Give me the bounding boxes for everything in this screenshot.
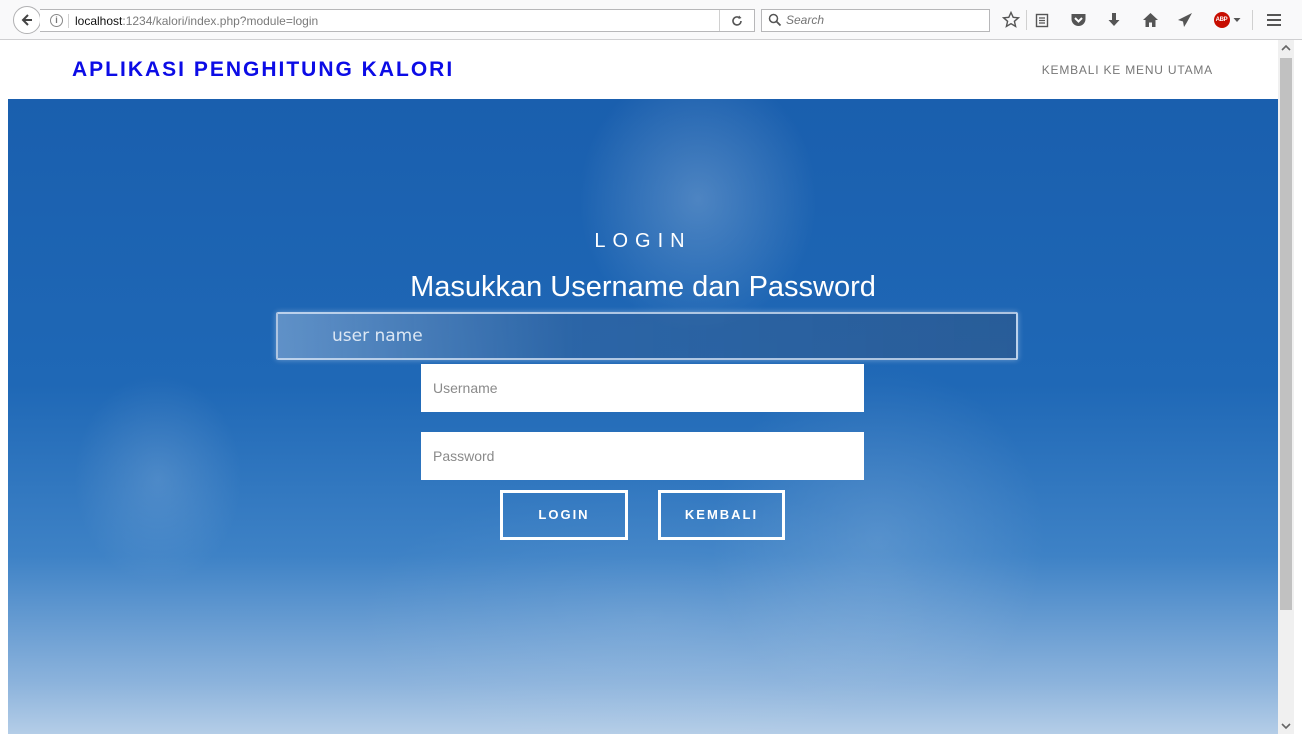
search-icon <box>768 13 782 27</box>
background-image-label: user name <box>332 326 423 346</box>
url-host: localhost <box>75 14 123 28</box>
menu-button[interactable] <box>1264 10 1284 30</box>
adblock-button[interactable]: ABP <box>1211 10 1243 30</box>
bookmark-star-button[interactable] <box>1001 10 1021 30</box>
search-bar[interactable] <box>761 9 990 32</box>
page-viewport: APLIKASI PENGHITUNG KALORI KEMBALI KE ME… <box>8 40 1278 734</box>
login-heading: LOGIN <box>594 230 692 252</box>
home-icon <box>1142 13 1158 27</box>
arrow-left-icon <box>21 14 32 26</box>
toolbar-separator <box>1252 10 1253 30</box>
chevron-down-icon <box>1233 18 1240 22</box>
url-text[interactable]: localhost:1234/kalori/index.php?module=l… <box>75 14 318 28</box>
pocket-icon <box>1071 14 1085 26</box>
window-frame-left <box>0 40 8 734</box>
username-input[interactable] <box>421 364 864 412</box>
home-button[interactable] <box>1140 10 1160 30</box>
url-divider <box>68 14 69 28</box>
toolbar-separator <box>1026 10 1027 30</box>
background-image-field: user name <box>276 312 1018 360</box>
page-scrollbar[interactable] <box>1278 40 1294 734</box>
site-navbar: APLIKASI PENGHITUNG KALORI KEMBALI KE ME… <box>8 40 1278 99</box>
send-icon <box>1178 13 1192 27</box>
info-icon[interactable]: i <box>50 14 63 27</box>
login-button[interactable]: LOGIN <box>500 490 628 540</box>
window-frame-right <box>1294 40 1302 734</box>
scroll-up-icon[interactable] <box>1278 40 1294 56</box>
scroll-down-icon[interactable] <box>1278 718 1294 734</box>
url-path: :1234/kalori/index.php?module=login <box>122 14 319 28</box>
reload-button[interactable] <box>719 10 754 31</box>
reload-icon <box>732 15 742 26</box>
reading-list-button[interactable] <box>1032 10 1052 30</box>
password-input[interactable] <box>421 432 864 480</box>
back-button-page[interactable]: KEMBALI <box>658 490 785 540</box>
clipboard-icon <box>1035 13 1049 28</box>
browser-toolbar: i localhost:1234/kalori/index.php?module… <box>0 0 1302 40</box>
download-icon <box>1108 13 1120 26</box>
share-button[interactable] <box>1175 10 1195 30</box>
scrollbar-thumb[interactable] <box>1280 58 1292 610</box>
back-to-main-menu-link[interactable]: KEMBALI KE MENU UTAMA <box>1042 63 1213 77</box>
adblock-icon: ABP <box>1213 12 1230 28</box>
back-button[interactable] <box>13 6 41 34</box>
site-brand[interactable]: APLIKASI PENGHITUNG KALORI <box>72 58 454 82</box>
login-subtitle: Masukkan Username dan Password <box>410 271 876 303</box>
login-hero: user name LOGIN Masukkan Username dan Pa… <box>8 99 1278 734</box>
downloads-button[interactable] <box>1104 10 1124 30</box>
hamburger-icon <box>1267 14 1281 26</box>
search-input[interactable] <box>786 13 981 27</box>
address-bar[interactable]: i localhost:1234/kalori/index.php?module… <box>40 9 755 32</box>
hero-background-image <box>8 99 1278 734</box>
pocket-button[interactable] <box>1068 10 1088 30</box>
star-icon <box>1002 11 1020 28</box>
